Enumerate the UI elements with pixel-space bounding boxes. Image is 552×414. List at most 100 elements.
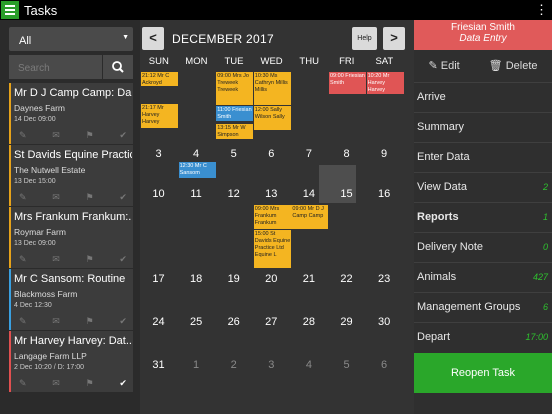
day-number[interactable]: 7 [290, 148, 327, 160]
day-number[interactable]: 5 [328, 359, 365, 371]
delete-button[interactable]: 🗑 Delete [489, 59, 538, 72]
day-number[interactable]: 15 [328, 188, 365, 200]
day-number[interactable]: 23 [366, 273, 403, 285]
calendar-event[interactable]: 21:17 Mr Harvey Harvey [141, 104, 178, 128]
day-number[interactable]: 4 [290, 359, 327, 371]
detail-row-summary[interactable]: Summary [414, 112, 552, 142]
filter-select[interactable]: All ▼ [9, 27, 133, 51]
weekday-label: MON [185, 56, 208, 67]
detail-row-value: 0 [542, 242, 548, 252]
pencil-icon: ✎ [19, 254, 27, 264]
edit-button[interactable]: ✎ Edit [428, 59, 459, 72]
mail-icon: ✉ [52, 316, 60, 326]
reopen-task-button[interactable]: Reopen Task [414, 353, 552, 393]
day-number[interactable]: 14 [290, 188, 327, 200]
more-options-icon[interactable]: ⋮ [535, 2, 548, 18]
pencil-icon: ✎ [19, 192, 27, 202]
calendar-event[interactable]: 09:00 Mr D J Camp Camp [291, 205, 329, 229]
day-number[interactable]: 18 [178, 273, 215, 285]
detail-row-label: Reports [417, 211, 459, 223]
pencil-icon: ✎ [19, 130, 27, 140]
day-number[interactable]: 22 [328, 273, 365, 285]
calendar-event[interactable]: 12:00 Sally Wilson Sally [253, 106, 291, 130]
task-item[interactable]: Mr D J Camp Camp: Da... Daynes Farm 14 Dec… [9, 83, 133, 144]
detail-row-depart[interactable]: Depart 17:00 [414, 322, 552, 352]
day-number[interactable]: 4 [178, 148, 215, 160]
day-number[interactable]: 28 [290, 316, 327, 328]
day-number[interactable]: 17 [140, 273, 177, 285]
task-date: 13 Dec 09:00 [14, 240, 56, 247]
day-number[interactable]: 6 [366, 359, 403, 371]
day-number[interactable]: 3 [140, 148, 177, 160]
calendar-event[interactable]: 09:00 Friesian Smith [329, 72, 366, 94]
calendar: < DECEMBER 2017 Help > SUN MON TUE WED THU FR… [140, 20, 414, 414]
task-item[interactable]: Mr Harvey Harvey: Dat... Langage Farm LLP… [9, 331, 133, 392]
detail-row-animals[interactable]: Animals 427 [414, 262, 552, 292]
task-location: The Nutwell Estate [14, 165, 86, 175]
day-number[interactable]: 10 [140, 188, 177, 200]
calendar-event[interactable]: 10:30 Ms Cathryn Millis Millis [253, 72, 291, 105]
task-item[interactable]: St Davids Equine Practic... The Nutwell E… [9, 145, 133, 206]
app-title: Tasks [24, 2, 58, 18]
detail-row-arrive[interactable]: Arrive [414, 82, 552, 112]
day-number[interactable]: 27 [253, 316, 290, 328]
calendar-event[interactable]: 09:00 Mrs Jo Treweek Treweek [216, 72, 254, 105]
flag-icon: ⚑ [85, 254, 94, 264]
calendar-event[interactable]: 09:00 Mrs Frankum Frankum [253, 205, 291, 229]
day-number[interactable]: 26 [215, 316, 252, 328]
day-number[interactable]: 9 [366, 148, 403, 160]
menu-icon[interactable] [1, 1, 19, 19]
detail-row-management-groups[interactable]: Management Groups 6 [414, 292, 552, 322]
day-number[interactable]: 13 [253, 188, 290, 200]
calendar-event[interactable]: 15:00 St Davids Equine Practice Ltd Equi… [253, 230, 291, 268]
trash-icon: 🗑 [488, 60, 503, 72]
detail-row-label: View Data [417, 181, 467, 193]
weekday-header: SUN MON TUE WED THU FRI SAT [140, 56, 414, 67]
day-number[interactable]: 6 [253, 148, 290, 160]
day-number[interactable]: 19 [215, 273, 252, 285]
detail-name: Friesian Smith [451, 22, 515, 33]
day-number[interactable]: 16 [366, 188, 403, 200]
task-item[interactable]: Mrs Frankum Frankum:... Roymar Farm 13 Dec… [9, 207, 133, 268]
day-number[interactable]: 11 [178, 188, 215, 200]
task-list: Mr D J Camp Camp: Da... Daynes Farm 14 Dec… [9, 83, 133, 408]
detail-row-label: Arrive [417, 91, 446, 103]
mail-icon: ✉ [52, 192, 60, 202]
day-number[interactable]: 2 [215, 359, 252, 371]
detail-row-value: 17:00 [525, 332, 548, 342]
next-month-button[interactable]: > [383, 27, 405, 50]
day-number[interactable]: 8 [328, 148, 365, 160]
day-number[interactable]: 1 [178, 359, 215, 371]
task-name: Mr D J Camp Camp: Da... [14, 87, 132, 99]
flag-icon: ⚑ [85, 192, 94, 202]
calendar-event[interactable]: 12:30 Mr C Sansom [178, 162, 216, 178]
day-number[interactable]: 3 [253, 359, 290, 371]
day-number[interactable]: 25 [178, 316, 215, 328]
day-number[interactable]: 24 [140, 316, 177, 328]
day-number[interactable]: 20 [253, 273, 290, 285]
help-button[interactable]: Help [352, 27, 377, 50]
calendar-event[interactable]: 10:20 Mr Harvey Harvey [366, 72, 404, 94]
prev-month-button[interactable]: < [142, 27, 164, 50]
day-number[interactable]: 30 [366, 316, 403, 328]
weekday-label: THU [299, 56, 319, 67]
day-number[interactable]: 31 [140, 359, 177, 371]
calendar-event[interactable]: 13:15 Mr W Simpson [216, 124, 254, 139]
detail-row-reports[interactable]: Reports 1 [414, 202, 552, 232]
detail-row-delivery-note[interactable]: Delivery Note 0 [414, 232, 552, 262]
day-number[interactable]: 5 [215, 148, 252, 160]
day-number[interactable]: 29 [328, 316, 365, 328]
detail-row-enter-data[interactable]: Enter Data [414, 142, 552, 172]
search-button[interactable] [103, 55, 133, 79]
task-item[interactable]: Mr C Sansom: Routine Blackmoss Farm 4 Dec … [9, 269, 133, 330]
detail-row-value: 6 [542, 302, 548, 312]
task-location: Blackmoss Farm [14, 289, 78, 299]
detail-row-view-data[interactable]: View Data 2 [414, 172, 552, 202]
day-number[interactable]: 21 [290, 273, 327, 285]
day-number[interactable]: 12 [215, 188, 252, 200]
search-placeholder: Search [18, 63, 50, 74]
search-input[interactable]: Search [9, 55, 102, 79]
calendar-event[interactable]: 11:00 Friesian Smith [216, 106, 254, 121]
detail-row-value: 2 [542, 182, 548, 192]
calendar-event[interactable]: 21:12 Mr C Ackroyd [141, 72, 178, 86]
